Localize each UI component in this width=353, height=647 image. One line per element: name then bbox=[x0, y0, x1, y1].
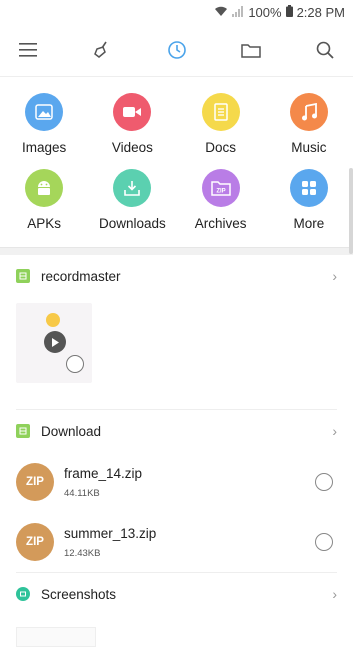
music-note-icon bbox=[289, 93, 328, 131]
file-size: 44.11KB bbox=[64, 487, 100, 499]
battery-icon bbox=[285, 4, 293, 20]
category-videos[interactable]: Videos bbox=[88, 93, 176, 155]
grid-icon bbox=[289, 169, 328, 207]
section-header-screenshots[interactable]: Screenshots › bbox=[0, 573, 353, 615]
clock: 2:28 PM bbox=[296, 4, 345, 20]
play-icon bbox=[44, 331, 66, 353]
chevron-right-icon: › bbox=[332, 586, 337, 602]
section-title: recordmaster bbox=[41, 268, 121, 284]
category-label: Downloads bbox=[98, 216, 166, 231]
menu-icon[interactable] bbox=[14, 36, 42, 64]
folder-icon[interactable] bbox=[237, 36, 265, 64]
zip-folder-icon: ZIP bbox=[201, 169, 240, 207]
broom-clean-icon[interactable] bbox=[88, 36, 116, 64]
search-icon[interactable] bbox=[311, 36, 339, 64]
category-label: Docs bbox=[205, 140, 236, 155]
zip-file-icon: ZIP bbox=[16, 463, 54, 501]
scrollbar-handle[interactable] bbox=[349, 168, 353, 254]
category-more[interactable]: More bbox=[265, 169, 353, 231]
battery-percent: 100% bbox=[248, 4, 282, 20]
image-icon bbox=[25, 93, 64, 131]
section-header-recordmaster[interactable]: recordmaster › bbox=[0, 255, 353, 297]
section-title: Screenshots bbox=[41, 586, 117, 602]
screenshot-thumbnail[interactable] bbox=[16, 627, 96, 647]
document-icon bbox=[201, 93, 240, 131]
emoji-image bbox=[46, 313, 60, 327]
file-name: frame_14.zip bbox=[64, 465, 143, 481]
category-images[interactable]: Images bbox=[0, 93, 88, 155]
chevron-right-icon: › bbox=[332, 423, 337, 439]
category-label: Videos bbox=[111, 140, 153, 155]
category-label: APKs bbox=[27, 216, 61, 231]
zip-file-icon: ZIP bbox=[16, 523, 54, 561]
category-grid: Images Videos Docs Music APKs Downloads … bbox=[0, 77, 353, 247]
section-separator bbox=[0, 247, 353, 255]
section-header-download[interactable]: Download › bbox=[0, 410, 353, 452]
file-row[interactable]: ZIP summer_13.zip 12.43KB bbox=[0, 512, 353, 572]
category-label: Images bbox=[21, 140, 67, 155]
screenshot-folder-icon bbox=[16, 587, 30, 601]
recent-clock-icon[interactable] bbox=[163, 36, 191, 64]
chevron-right-icon: › bbox=[332, 268, 337, 284]
video-icon bbox=[113, 93, 152, 131]
android-icon bbox=[25, 169, 64, 207]
select-radio[interactable] bbox=[315, 533, 333, 551]
category-apks[interactable]: APKs bbox=[0, 169, 88, 231]
signal-icon bbox=[232, 5, 244, 20]
file-name: summer_13.zip bbox=[64, 525, 157, 541]
status-bar: 100% 2:28 PM bbox=[0, 0, 353, 24]
select-checkbox[interactable] bbox=[66, 355, 84, 373]
wifi-icon bbox=[214, 5, 228, 20]
category-music[interactable]: Music bbox=[265, 93, 353, 155]
video-thumbnail[interactable] bbox=[16, 303, 92, 383]
folder-icon bbox=[16, 424, 30, 438]
download-icon bbox=[113, 169, 152, 207]
recordmaster-thumbnails bbox=[0, 297, 353, 409]
category-label: More bbox=[293, 216, 325, 231]
category-archives[interactable]: ZIP Archives bbox=[177, 169, 265, 231]
folder-icon bbox=[16, 269, 30, 283]
select-radio[interactable] bbox=[315, 473, 333, 491]
category-downloads[interactable]: Downloads bbox=[88, 169, 176, 231]
category-docs[interactable]: Docs bbox=[177, 93, 265, 155]
svg-text:ZIP: ZIP bbox=[216, 189, 225, 195]
category-label: Archives bbox=[194, 216, 247, 231]
category-label: Music bbox=[291, 140, 327, 155]
file-size: 12.43KB bbox=[64, 547, 101, 559]
section-title: Download bbox=[41, 423, 102, 439]
file-row[interactable]: ZIP frame_14.zip 44.11KB bbox=[0, 452, 353, 512]
top-toolbar bbox=[0, 24, 353, 77]
